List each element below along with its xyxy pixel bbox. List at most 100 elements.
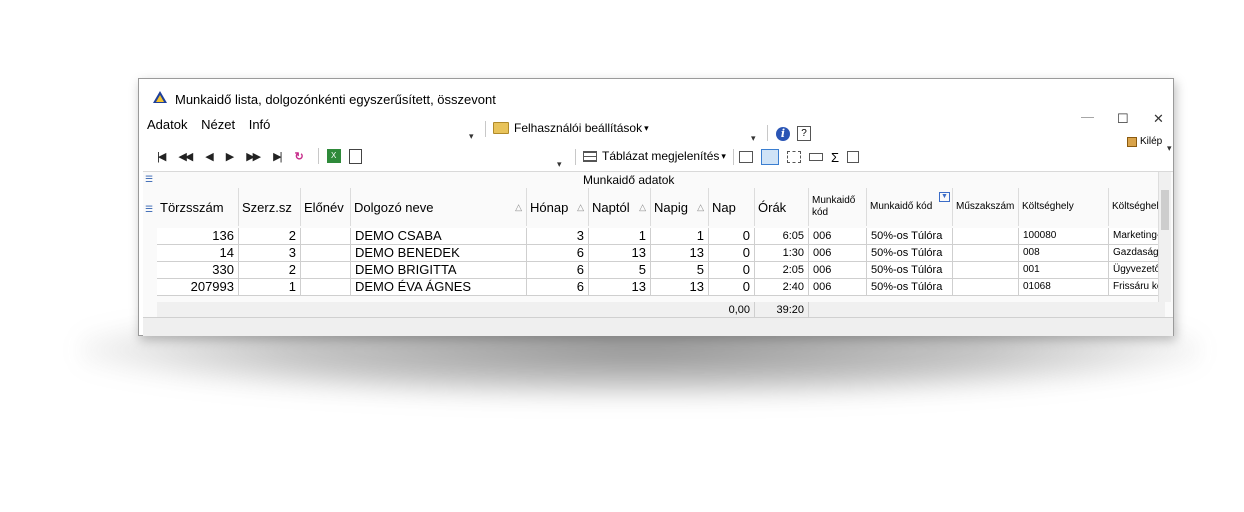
cell-nap[interactable]: 0 <box>709 245 755 261</box>
next-page-icon[interactable]: ▶▶ <box>246 150 261 163</box>
table-row[interactable]: 207993 1 DEMO ÉVA ÁGNES 6 13 13 0 2:40 006 50%-os… <box>157 279 1165 296</box>
cell-torzsszam[interactable]: 136 <box>157 228 239 244</box>
cell-mkod[interactable]: 006 <box>809 228 867 244</box>
user-settings-button[interactable]: Felhasználói beállítások ▾ <box>493 121 649 135</box>
cell-mkod[interactable]: 006 <box>809 262 867 278</box>
sum-icon[interactable]: Σ <box>831 150 839 165</box>
first-record-icon[interactable]: |◀ <box>157 150 166 163</box>
excel-export-icon[interactable]: X <box>326 149 341 163</box>
cell-nev[interactable]: DEMO CSABA <box>351 228 527 244</box>
minimize-button[interactable]: — <box>1081 109 1094 124</box>
column-chooser-icon[interactable] <box>847 151 860 163</box>
cell-koltseg2[interactable]: Frissáru köl <box>1109 279 1165 295</box>
settings-overflow-icon[interactable]: ▾ <box>751 133 756 144</box>
cell-elonev[interactable] <box>301 279 351 295</box>
cell-mkod[interactable]: 006 <box>809 279 867 295</box>
cell-muszak[interactable] <box>953 262 1019 278</box>
table-display-button[interactable]: Táblázat megjelenítés ▾ <box>583 149 726 163</box>
cell-torzsszam[interactable]: 330 <box>157 262 239 278</box>
next-record-icon[interactable]: ▶ <box>226 150 235 163</box>
cell-koltseg2[interactable]: Ügyvezetős <box>1109 262 1165 278</box>
cell-honap[interactable]: 6 <box>527 262 589 278</box>
cell-muszak[interactable] <box>953 245 1019 261</box>
group-tree-icon[interactable] <box>787 151 801 163</box>
footer-panel-icon[interactable] <box>761 149 779 165</box>
cell-muszak[interactable] <box>953 228 1019 244</box>
menu-adatok[interactable]: Adatok <box>147 117 187 132</box>
cell-koltseg[interactable]: 001 <box>1019 262 1109 278</box>
cell-koltseg[interactable]: 100080 <box>1019 228 1109 244</box>
cell-napig[interactable]: 1 <box>651 228 709 244</box>
menu-overflow-icon[interactable]: ▾ <box>469 131 474 142</box>
cell-elonev[interactable] <box>301 245 351 261</box>
header-panel-icon[interactable] <box>739 151 753 163</box>
cell-torzsszam[interactable]: 14 <box>157 245 239 261</box>
last-record-icon[interactable]: ▶| <box>273 150 282 163</box>
cell-mkod[interactable]: 006 <box>809 245 867 261</box>
table-row[interactable]: 136 2 DEMO CSABA 3 1 1 0 6:05 006 50%-os Túlóra 10… <box>157 228 1165 245</box>
col-header-munkaido-kod[interactable]: Munkaidő kód <box>809 188 867 226</box>
cell-szerz[interactable]: 1 <box>239 279 301 295</box>
exit-button[interactable]: Kilép <box>1127 136 1162 147</box>
prev-page-icon[interactable]: ◀◀ <box>178 150 193 163</box>
menu-nezet[interactable]: Nézet <box>201 117 235 132</box>
table-row[interactable]: 14 3 DEMO BENEDEK 6 13 13 0 1:30 006 50%-os Túlór… <box>157 245 1165 262</box>
cell-torzsszam[interactable]: 207993 <box>157 279 239 295</box>
col-header-napig[interactable]: Napig △ <box>651 188 709 226</box>
cell-nap[interactable]: 0 <box>709 228 755 244</box>
close-button[interactable]: ✕ <box>1153 111 1164 127</box>
cell-koltseg[interactable]: 01068 <box>1019 279 1109 295</box>
col-header-elonev[interactable]: Előnév <box>301 188 351 226</box>
cell-mkod2[interactable]: 50%-os Túlóra <box>867 279 953 295</box>
col-header-koltseghely[interactable]: Költséghely <box>1019 188 1109 226</box>
col-header-munkaido-kod-nev[interactable]: Munkaidő kód ▼ <box>867 188 953 226</box>
cell-napig[interactable]: 5 <box>651 262 709 278</box>
table-row[interactable]: 330 2 DEMO BRIGITTA 6 5 5 0 2:05 006 50%-os Túlór… <box>157 262 1165 279</box>
cell-orak[interactable]: 1:30 <box>755 245 809 261</box>
cell-mkod2[interactable]: 50%-os Túlóra <box>867 262 953 278</box>
cell-koltseg[interactable]: 008 <box>1019 245 1109 261</box>
prev-record-icon[interactable]: ◀ <box>205 150 214 163</box>
cell-napig[interactable]: 13 <box>651 245 709 261</box>
cell-elonev[interactable] <box>301 228 351 244</box>
cell-elonev[interactable] <box>301 262 351 278</box>
cell-nap[interactable]: 0 <box>709 262 755 278</box>
cell-orak[interactable]: 6:05 <box>755 228 809 244</box>
col-header-koltseghely-nev[interactable]: Költséghely <box>1109 188 1165 226</box>
refresh-icon[interactable]: ↻ <box>294 150 303 163</box>
cell-nev[interactable]: DEMO BENEDEK <box>351 245 527 261</box>
print-preview-icon[interactable] <box>348 148 362 164</box>
col-header-honap[interactable]: Hónap △ <box>527 188 589 226</box>
cell-muszak[interactable] <box>953 279 1019 295</box>
col-header-szerz[interactable]: Szerz.sz <box>239 188 301 226</box>
nav-overflow-icon[interactable]: ▾ <box>557 159 562 170</box>
cell-szerz[interactable]: 2 <box>239 262 301 278</box>
cell-orak[interactable]: 2:05 <box>755 262 809 278</box>
cell-szerz[interactable]: 3 <box>239 245 301 261</box>
col-header-torzsszam[interactable]: Törzsszám <box>157 188 239 226</box>
scrollbar-thumb[interactable] <box>1161 190 1169 230</box>
help-icon[interactable]: ? <box>797 126 811 141</box>
col-header-naptol[interactable]: Naptól △ <box>589 188 651 226</box>
cell-napig[interactable]: 13 <box>651 279 709 295</box>
col-header-orak[interactable]: Órák <box>755 188 809 226</box>
info-icon[interactable]: i <box>776 127 790 141</box>
maximize-button[interactable]: ☐ <box>1117 111 1129 127</box>
exit-overflow-icon[interactable]: ▾ <box>1167 143 1172 154</box>
cell-koltseg2[interactable]: Gazdasági v <box>1109 245 1165 261</box>
cell-naptol[interactable]: 13 <box>589 245 651 261</box>
vertical-scrollbar[interactable] <box>1158 172 1171 302</box>
cell-szerz[interactable]: 2 <box>239 228 301 244</box>
menu-info[interactable]: Infó <box>249 117 271 132</box>
cell-honap[interactable]: 6 <box>527 279 589 295</box>
cell-naptol[interactable]: 13 <box>589 279 651 295</box>
band-icon[interactable] <box>809 153 823 161</box>
filter-icon[interactable]: ▼ <box>939 192 950 202</box>
col-header-muszakszam[interactable]: Műszakszám <box>953 188 1019 226</box>
cell-nev[interactable]: DEMO ÉVA ÁGNES <box>351 279 527 295</box>
col-header-nap[interactable]: Nap <box>709 188 755 226</box>
cell-orak[interactable]: 2:40 <box>755 279 809 295</box>
cell-koltseg2[interactable]: Marketing-B <box>1109 228 1165 244</box>
cell-mkod2[interactable]: 50%-os Túlóra <box>867 245 953 261</box>
col-header-nev[interactable]: Dolgozó neve △ <box>351 188 527 226</box>
